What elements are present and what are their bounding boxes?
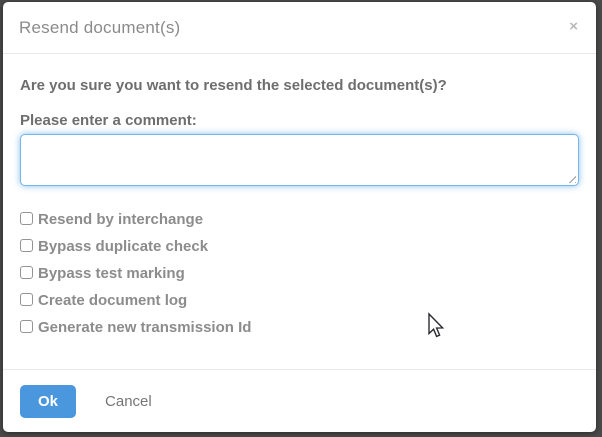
checkbox-label[interactable]: Resend by interchange: [38, 211, 203, 227]
checkbox-label[interactable]: Generate new transmission Id: [38, 319, 251, 335]
checkbox-row-bypass-duplicate-check: Bypass duplicate check: [20, 232, 579, 259]
checkbox-row-generate-new-transmission-id: Generate new transmission Id: [20, 313, 579, 340]
dialog-footer: Ok Cancel: [3, 369, 596, 432]
dialog-body: Are you sure you want to resend the sele…: [3, 54, 596, 340]
ok-button[interactable]: Ok: [20, 385, 76, 418]
checkbox-resend-by-interchange[interactable]: [20, 212, 33, 225]
comment-textarea-wrap: [20, 134, 579, 186]
checkbox-row-create-document-log: Create document log: [20, 286, 579, 313]
checkbox-bypass-duplicate-check[interactable]: [20, 239, 33, 252]
dialog-title: Resend document(s): [19, 18, 180, 38]
checkbox-generate-new-transmission-id[interactable]: [20, 320, 33, 333]
checkbox-row-resend-by-interchange: Resend by interchange: [20, 205, 579, 232]
comment-input[interactable]: [20, 134, 579, 186]
options-list: Resend by interchange Bypass duplicate c…: [20, 205, 579, 340]
close-icon[interactable]: ×: [569, 19, 578, 34]
checkbox-label[interactable]: Create document log: [38, 292, 187, 308]
checkbox-label[interactable]: Bypass duplicate check: [38, 238, 208, 254]
comment-label: Please enter a comment:: [20, 111, 579, 130]
checkbox-label[interactable]: Bypass test marking: [38, 265, 185, 281]
cancel-button[interactable]: Cancel: [105, 393, 152, 410]
confirm-message: Are you sure you want to resend the sele…: [20, 76, 579, 95]
checkbox-create-document-log[interactable]: [20, 293, 33, 306]
checkbox-row-bypass-test-marking: Bypass test marking: [20, 259, 579, 286]
checkbox-bypass-test-marking[interactable]: [20, 266, 33, 279]
dialog-header: Resend document(s) ×: [3, 2, 596, 54]
resend-documents-dialog: Resend document(s) × Are you sure you wa…: [3, 2, 596, 432]
